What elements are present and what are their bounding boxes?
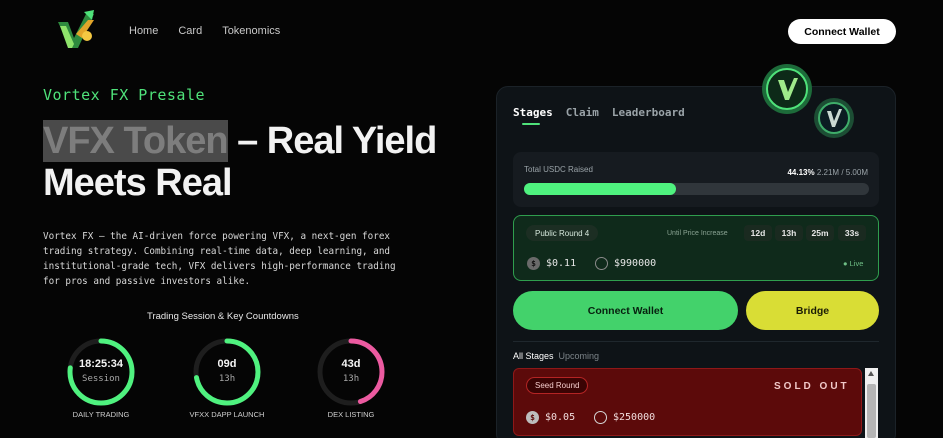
nav-card[interactable]: Card	[178, 25, 202, 37]
logo-icon[interactable]	[54, 8, 96, 52]
coin-icon	[760, 62, 814, 116]
daily-trading-sub: Session	[82, 374, 120, 384]
round-badge: Public Round 4	[526, 225, 599, 241]
daily-trading-label: DAILY TRADING	[72, 410, 130, 419]
sold-out-label: SOLD OUT	[774, 381, 850, 392]
presale-label: Vortex FX Presale	[43, 86, 206, 104]
coin-icon	[812, 96, 856, 140]
round-price: $ $0.11	[527, 257, 576, 270]
dex-listing-sub: 13h	[342, 374, 360, 384]
seed-round-badge: Seed Round	[526, 377, 589, 394]
stage-tab-all[interactable]: All Stages	[513, 351, 554, 361]
hero-title-highlight: VFX Token	[43, 120, 229, 162]
countdown-hours: 13h	[775, 225, 803, 241]
round-cap: $990000	[595, 257, 656, 270]
raised-card	[513, 152, 879, 207]
dex-listing-label: DEX LISTING	[327, 410, 375, 419]
daily-trading-value: 18:25:34	[78, 358, 124, 370]
dex-listing-value: 43d	[341, 358, 361, 370]
daily-trading-ring: 18:25:34 Session	[66, 337, 136, 407]
raised-label: Total USDC Raised	[524, 165, 593, 174]
seed-price-value: $0.05	[545, 412, 576, 423]
hero-title: VFX Token – Real Yield Meets Real	[43, 120, 463, 204]
dex-listing-ring: 43d 13h	[316, 337, 386, 407]
stage-tab-upcoming[interactable]: Upcoming	[559, 351, 600, 361]
countdown-days: 12d	[744, 225, 772, 241]
seed-price: $ $0.05	[526, 411, 575, 424]
live-status: ● Live	[843, 259, 864, 268]
scrollbar-thumb[interactable]	[867, 384, 876, 438]
dapp-launch-ring: 09d 13h	[192, 337, 262, 407]
main-nav: Home Card Tokenomics	[129, 25, 280, 37]
active-tab-underline	[522, 123, 540, 125]
dollar-icon: $	[527, 257, 540, 270]
divider	[513, 341, 879, 342]
raised-progress-fill	[524, 183, 677, 195]
nav-home[interactable]: Home	[129, 25, 158, 37]
round-price-value: $0.11	[546, 258, 577, 269]
panel-tabs: Stages Claim Leaderboard	[513, 106, 685, 119]
seed-cap-value: $250000	[613, 412, 656, 423]
dapp-launch-label: VFXX DAPP LAUNCH	[189, 410, 265, 419]
raised-amount: 2.21M / 5.00M	[816, 168, 868, 177]
tab-leaderboard[interactable]: Leaderboard	[612, 106, 685, 119]
dapp-launch-sub: 13h	[218, 374, 236, 384]
raised-value: 44.13% 2.21M / 5.00M	[787, 168, 868, 177]
countdown-minutes: 25m	[806, 225, 834, 241]
stage-filter-tabs: All Stages Upcoming	[513, 351, 599, 361]
bridge-button[interactable]: Bridge	[746, 291, 879, 330]
session-title: Trading Session & Key Countdowns	[147, 311, 299, 322]
connect-wallet-button[interactable]: Connect Wallet	[513, 291, 738, 330]
scroll-up-icon[interactable]	[868, 371, 874, 376]
circle-target-icon	[595, 257, 608, 270]
raised-percent: 44.13%	[787, 168, 815, 177]
tab-claim[interactable]: Claim	[566, 106, 599, 119]
until-price-label: Until Price Increase	[667, 230, 728, 237]
round-cap-value: $990000	[614, 258, 657, 269]
seed-cap: $250000	[594, 411, 655, 424]
hero-description: Vortex FX — the AI-driven force powering…	[43, 231, 396, 287]
circle-target-icon	[594, 411, 607, 424]
tab-stages[interactable]: Stages	[513, 106, 553, 119]
nav-tokenomics[interactable]: Tokenomics	[222, 25, 280, 37]
raised-progress-bar	[524, 183, 869, 195]
dapp-launch-value: 09d	[217, 358, 237, 370]
countdown-seconds: 33s	[838, 225, 866, 241]
dollar-icon: $	[526, 411, 539, 424]
connect-wallet-top-button[interactable]: Connect Wallet	[788, 19, 896, 44]
